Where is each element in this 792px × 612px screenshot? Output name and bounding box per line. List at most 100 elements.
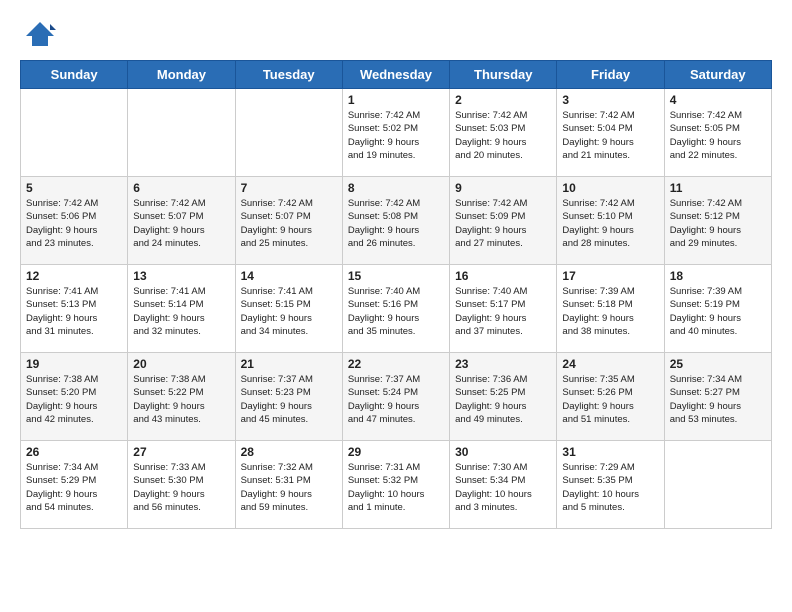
day-number: 19 — [26, 357, 122, 371]
day-info: Sunrise: 7:39 AM Sunset: 5:18 PM Dayligh… — [562, 285, 658, 338]
calendar-cell: 28 Sunrise: 7:32 AM Sunset: 5:31 PM Dayli… — [235, 441, 342, 529]
day-info: Sunrise: 7:34 AM Sunset: 5:27 PM Dayligh… — [670, 373, 766, 426]
weekday-header: Friday — [557, 61, 664, 89]
day-info: Sunrise: 7:42 AM Sunset: 5:12 PM Dayligh… — [670, 197, 766, 250]
calendar-cell: 11 Sunrise: 7:42 AM Sunset: 5:12 PM Dayli… — [664, 177, 771, 265]
calendar-cell: 26 Sunrise: 7:34 AM Sunset: 5:29 PM Dayli… — [21, 441, 128, 529]
calendar-cell: 14 Sunrise: 7:41 AM Sunset: 5:15 PM Dayli… — [235, 265, 342, 353]
day-number: 26 — [26, 445, 122, 459]
day-number: 2 — [455, 93, 551, 107]
day-number: 5 — [26, 181, 122, 195]
day-info: Sunrise: 7:37 AM Sunset: 5:23 PM Dayligh… — [241, 373, 337, 426]
day-number: 7 — [241, 181, 337, 195]
day-info: Sunrise: 7:42 AM Sunset: 5:03 PM Dayligh… — [455, 109, 551, 162]
day-info: Sunrise: 7:38 AM Sunset: 5:22 PM Dayligh… — [133, 373, 229, 426]
day-number: 14 — [241, 269, 337, 283]
day-number: 3 — [562, 93, 658, 107]
calendar-cell: 19Sunrise: 7:38 AM Sunset: 5:20 PM Dayli… — [21, 353, 128, 441]
logo-icon — [20, 16, 56, 52]
calendar-cell — [235, 89, 342, 177]
calendar-cell: 20 Sunrise: 7:38 AM Sunset: 5:22 PM Dayli… — [128, 353, 235, 441]
calendar-cell: 6Sunrise: 7:42 AM Sunset: 5:07 PM Daylig… — [128, 177, 235, 265]
calendar-cell: 18Sunrise: 7:39 AM Sunset: 5:19 PM Dayli… — [664, 265, 771, 353]
weekday-header-row: SundayMondayTuesdayWednesdayThursdayFrid… — [21, 61, 772, 89]
calendar-cell: 24 Sunrise: 7:35 AM Sunset: 5:26 PM Dayli… — [557, 353, 664, 441]
page-container: SundayMondayTuesdayWednesdayThursdayFrid… — [0, 0, 792, 539]
day-number: 31 — [562, 445, 658, 459]
day-info: Sunrise: 7:36 AM Sunset: 5:25 PM Dayligh… — [455, 373, 551, 426]
day-info: Sunrise: 7:40 AM Sunset: 5:17 PM Dayligh… — [455, 285, 551, 338]
day-info: Sunrise: 7:42 AM Sunset: 5:05 PM Dayligh… — [670, 109, 766, 162]
header — [20, 16, 772, 52]
calendar-cell — [128, 89, 235, 177]
day-info: Sunrise: 7:29 AM Sunset: 5:35 PM Dayligh… — [562, 461, 658, 514]
weekday-header: Sunday — [21, 61, 128, 89]
day-info: Sunrise: 7:35 AM Sunset: 5:26 PM Dayligh… — [562, 373, 658, 426]
day-number: 15 — [348, 269, 444, 283]
calendar-cell: 30 Sunrise: 7:30 AM Sunset: 5:34 PM Dayli… — [450, 441, 557, 529]
calendar-cell: 2 Sunrise: 7:42 AM Sunset: 5:03 PM Daylig… — [450, 89, 557, 177]
calendar-cell: 8 Sunrise: 7:42 AM Sunset: 5:08 PM Daylig… — [342, 177, 449, 265]
day-number: 30 — [455, 445, 551, 459]
weekday-header: Saturday — [664, 61, 771, 89]
day-number: 10 — [562, 181, 658, 195]
logo — [20, 16, 60, 52]
day-number: 18 — [670, 269, 766, 283]
day-info: Sunrise: 7:34 AM Sunset: 5:29 PM Dayligh… — [26, 461, 122, 514]
calendar-cell: 9Sunrise: 7:42 AM Sunset: 5:09 PM Daylig… — [450, 177, 557, 265]
calendar-cell: 1 Sunrise: 7:42 AM Sunset: 5:02 PM Daylig… — [342, 89, 449, 177]
day-number: 9 — [455, 181, 551, 195]
day-info: Sunrise: 7:41 AM Sunset: 5:15 PM Dayligh… — [241, 285, 337, 338]
calendar-cell: 5 Sunrise: 7:42 AM Sunset: 5:06 PM Daylig… — [21, 177, 128, 265]
weekday-header: Thursday — [450, 61, 557, 89]
day-number: 11 — [670, 181, 766, 195]
calendar-cell: 16 Sunrise: 7:40 AM Sunset: 5:17 PM Dayli… — [450, 265, 557, 353]
day-number: 17 — [562, 269, 658, 283]
calendar-cell: 12 Sunrise: 7:41 AM Sunset: 5:13 PM Dayli… — [21, 265, 128, 353]
week-row: 5 Sunrise: 7:42 AM Sunset: 5:06 PM Daylig… — [21, 177, 772, 265]
day-info: Sunrise: 7:42 AM Sunset: 5:06 PM Dayligh… — [26, 197, 122, 250]
calendar-cell — [21, 89, 128, 177]
weekday-header: Tuesday — [235, 61, 342, 89]
day-number: 12 — [26, 269, 122, 283]
day-number: 1 — [348, 93, 444, 107]
day-number: 28 — [241, 445, 337, 459]
day-number: 16 — [455, 269, 551, 283]
day-info: Sunrise: 7:31 AM Sunset: 5:32 PM Dayligh… — [348, 461, 444, 514]
day-info: Sunrise: 7:42 AM Sunset: 5:08 PM Dayligh… — [348, 197, 444, 250]
day-number: 20 — [133, 357, 229, 371]
day-info: Sunrise: 7:41 AM Sunset: 5:14 PM Dayligh… — [133, 285, 229, 338]
calendar-cell: 27 Sunrise: 7:33 AM Sunset: 5:30 PM Dayli… — [128, 441, 235, 529]
calendar-cell: 31 Sunrise: 7:29 AM Sunset: 5:35 PM Dayli… — [557, 441, 664, 529]
week-row: 1 Sunrise: 7:42 AM Sunset: 5:02 PM Daylig… — [21, 89, 772, 177]
day-info: Sunrise: 7:42 AM Sunset: 5:10 PM Dayligh… — [562, 197, 658, 250]
day-info: Sunrise: 7:42 AM Sunset: 5:02 PM Dayligh… — [348, 109, 444, 162]
day-info: Sunrise: 7:33 AM Sunset: 5:30 PM Dayligh… — [133, 461, 229, 514]
calendar-cell: 13 Sunrise: 7:41 AM Sunset: 5:14 PM Dayli… — [128, 265, 235, 353]
week-row: 19Sunrise: 7:38 AM Sunset: 5:20 PM Dayli… — [21, 353, 772, 441]
day-info: Sunrise: 7:42 AM Sunset: 5:04 PM Dayligh… — [562, 109, 658, 162]
calendar-cell: 21 Sunrise: 7:37 AM Sunset: 5:23 PM Dayli… — [235, 353, 342, 441]
day-info: Sunrise: 7:40 AM Sunset: 5:16 PM Dayligh… — [348, 285, 444, 338]
calendar: SundayMondayTuesdayWednesdayThursdayFrid… — [20, 60, 772, 529]
day-number: 8 — [348, 181, 444, 195]
calendar-cell: 15 Sunrise: 7:40 AM Sunset: 5:16 PM Dayli… — [342, 265, 449, 353]
day-number: 27 — [133, 445, 229, 459]
week-row: 12 Sunrise: 7:41 AM Sunset: 5:13 PM Dayli… — [21, 265, 772, 353]
calendar-cell — [664, 441, 771, 529]
day-info: Sunrise: 7:37 AM Sunset: 5:24 PM Dayligh… — [348, 373, 444, 426]
day-info: Sunrise: 7:41 AM Sunset: 5:13 PM Dayligh… — [26, 285, 122, 338]
day-info: Sunrise: 7:42 AM Sunset: 5:07 PM Dayligh… — [133, 197, 229, 250]
week-row: 26 Sunrise: 7:34 AM Sunset: 5:29 PM Dayli… — [21, 441, 772, 529]
day-number: 13 — [133, 269, 229, 283]
calendar-cell: 25Sunrise: 7:34 AM Sunset: 5:27 PM Dayli… — [664, 353, 771, 441]
day-number: 29 — [348, 445, 444, 459]
weekday-header: Wednesday — [342, 61, 449, 89]
day-number: 24 — [562, 357, 658, 371]
day-number: 21 — [241, 357, 337, 371]
day-info: Sunrise: 7:42 AM Sunset: 5:07 PM Dayligh… — [241, 197, 337, 250]
calendar-cell: 4Sunrise: 7:42 AM Sunset: 5:05 PM Daylig… — [664, 89, 771, 177]
day-info: Sunrise: 7:30 AM Sunset: 5:34 PM Dayligh… — [455, 461, 551, 514]
day-info: Sunrise: 7:32 AM Sunset: 5:31 PM Dayligh… — [241, 461, 337, 514]
calendar-cell: 22Sunrise: 7:37 AM Sunset: 5:24 PM Dayli… — [342, 353, 449, 441]
